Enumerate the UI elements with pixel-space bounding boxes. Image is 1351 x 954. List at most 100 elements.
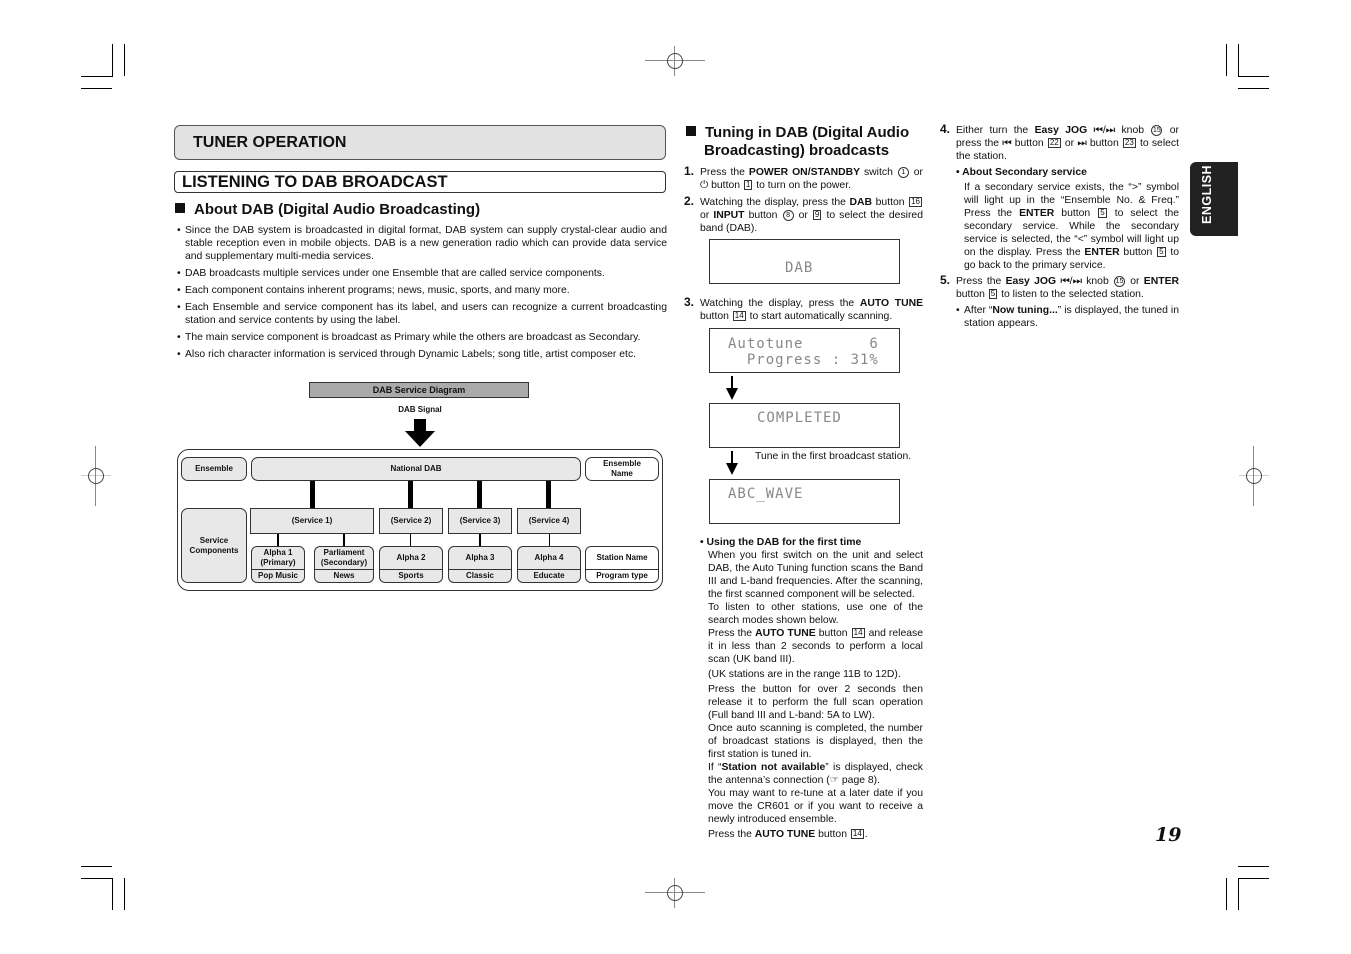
step-5: 5. Press the Easy JOG ⏮/⏭ knob 15 or ENT… [940,273,1180,330]
step-4: 4. Either turn the Easy JOG ⏮/⏭ knob 15 … [940,122,1180,272]
section-header-label: TUNER OPERATION [193,134,347,151]
crop-mark [1238,44,1239,77]
lcd-display-dab: DAB [709,239,900,284]
secondary-heading: • About Secondary service [956,167,1087,178]
after-tuning-note: • After “Now tuning...” is displayed, the… [956,304,1179,330]
down-arrow-icon [405,419,435,447]
tuning-heading: Tuning in DAB (Digital Audio Broadcastin… [686,124,909,160]
service-box: (Service 1) [250,508,374,534]
list-item: The main service component is broadcast … [177,331,667,344]
legend-box: Station Name Program type [585,546,659,583]
boxed-ref: 16 [909,197,922,207]
boxed-ref: 14 [732,311,746,321]
text: Press the [700,167,749,178]
boxed-ref: 5 [1098,208,1107,218]
lcd-display-station: ABC_WAVE [709,479,900,524]
step-3: 3. Watching the display, press the AUTO … [684,296,923,323]
circled-ref: 1 [897,167,909,178]
component-box: Alpha 2 Sports [379,546,443,583]
connector-line [546,481,551,508]
boxed-ref: 23 [1122,138,1136,148]
bold-text: POWER ON/STANDBY [748,167,861,178]
text: After “ [964,305,993,316]
lcd-display-autotune: Autotune 6 Progress : 31% [709,328,900,373]
text: Press the [708,628,756,639]
diagram-title: DAB Service Diagram [309,382,529,398]
bold-text: Easy JOG [1005,276,1057,287]
language-tab: ENGLISH [1190,162,1238,236]
first-time-heading: • Using the DAB for the first time [700,537,862,548]
about-heading-text: About DAB (Digital Audio Broadcasting) [194,201,481,218]
component-type: Classic [465,571,495,580]
paragraph: You may want to re-tune at a later date … [708,788,923,825]
list-item: Each component contains inherent program… [177,284,667,297]
text: Watching the display, press the [700,298,860,309]
text: button [1119,247,1153,258]
paragraph: Press the AUTO TUNE button 14 and releas… [708,627,923,666]
registration-mark [66,446,126,506]
bold-text: ENTER [1143,276,1180,287]
ensemble-label-box: Ensemble [181,457,247,481]
crop-mark [81,76,112,77]
paragraph: Press the button for over 2 seconds then… [708,684,923,721]
crop-mark [124,44,125,76]
connector-line [549,534,550,546]
paragraph: Press the AUTO TUNE button 14. [708,829,868,840]
text: or [909,167,923,178]
legend-program-type: Program type [596,571,648,580]
step-2: 2. Watching the display, press the DAB b… [684,194,923,235]
power-icon: ⏻ [700,180,709,191]
about-heading: About DAB (Digital Audio Broadcasting) [175,201,480,218]
component-name: Parliament (Secondary) [315,547,373,570]
lcd-line: Autotune 6 [728,336,879,352]
text: button [708,180,741,191]
boxed-ref: 9 [812,210,822,220]
section-header: TUNER OPERATION [174,125,666,160]
boxed-ref: 5 [1157,247,1166,257]
square-bullet-icon [686,126,696,136]
lcd-display-completed: COMPLETED [709,403,900,448]
legend-station-name: Station Name [586,547,658,570]
component-name: Alpha 3 [449,547,511,570]
connector-line [479,534,481,546]
boxed-ref: 22 [1047,138,1061,148]
prev-next-icon: ⏮/⏭ [1060,276,1082,287]
crop-mark [1226,44,1227,76]
text: switch [860,167,893,178]
about-bullet-list: Since the DAB system is broadcasted in d… [177,224,667,365]
component-type: Educate [533,571,565,580]
bold-text: AUTO TUNE [755,628,816,639]
step-number: 2. [684,194,695,208]
bullet: • [956,305,960,316]
square-bullet-icon [175,203,185,213]
registration-mark [1224,446,1284,506]
secondary-section: • About Secondary service If a secondary… [956,166,1179,272]
page-title: LISTENING TO DAB BROADCAST [174,171,666,193]
list-item: Each Ensemble and service component has … [177,301,667,327]
diagram-signal-label: DAB Signal [398,405,442,414]
national-dab-box: National DAB [251,457,581,481]
component-type: Sports [398,571,424,580]
connector-line [477,481,482,508]
connector-line [343,534,345,546]
down-arrow-icon [726,376,738,400]
step-number: 1. [684,164,695,178]
circled-ref: 15 [1114,276,1125,287]
component-type: News [333,571,355,580]
connector-line [277,534,279,546]
boxed-ref: 14 [850,829,864,839]
page-title-label: LISTENING TO DAB BROADCAST [182,173,448,191]
crop-mark [1238,878,1239,910]
crop-mark [1238,88,1269,89]
down-arrow-icon [726,451,738,475]
text: button [815,628,848,639]
bold-text: ENTER [1019,208,1055,219]
crop-mark [1238,76,1269,77]
crop-mark [1238,866,1269,867]
component-box: Parliament (Secondary) News [314,546,374,583]
text: to turn on the power. [753,180,851,191]
bold-text: ENTER [1084,247,1120,258]
component-name: Alpha 4 [518,547,580,570]
circled-ref: 15 [1151,125,1163,136]
step-number: 5. [940,273,951,287]
